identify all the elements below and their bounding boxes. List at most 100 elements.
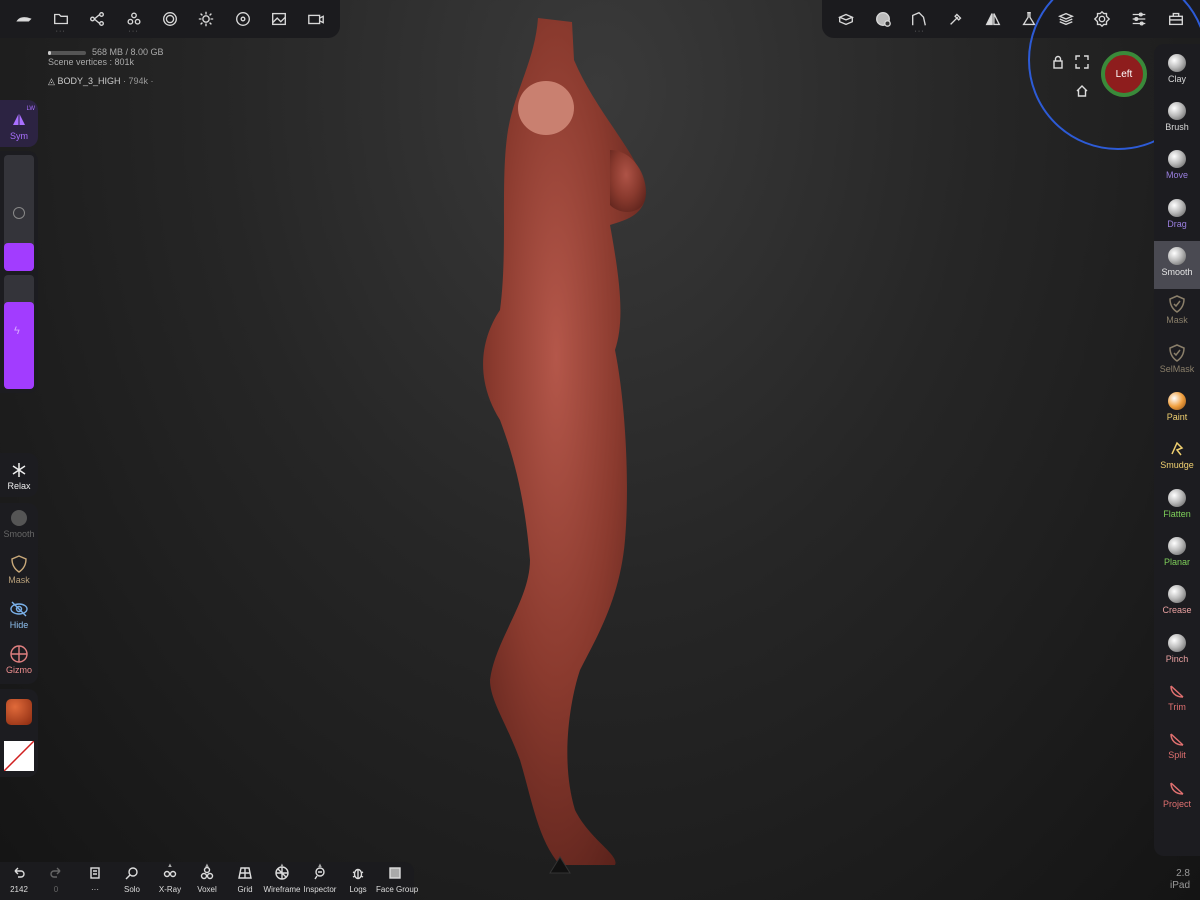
sym-label: Sym <box>10 131 28 141</box>
gizmo-icon <box>10 645 28 663</box>
redo-button[interactable]: 0 <box>37 866 75 894</box>
more-button[interactable]: ··· <box>76 866 114 894</box>
tool-drag[interactable]: Drag <box>1154 193 1200 241</box>
radius-slider[interactable] <box>4 155 34 271</box>
sphere-icon <box>1168 102 1186 120</box>
mask-quick-button[interactable]: Mask <box>0 555 38 585</box>
voxel-button[interactable]: ▲ Voxel <box>188 863 226 894</box>
undo-button[interactable]: 2142 <box>0 866 38 894</box>
tool-pinch[interactable]: Pinch <box>1154 628 1200 676</box>
folder-icon[interactable]: ··· <box>48 6 74 35</box>
version-info: 2.8 iPad <box>1170 868 1190 892</box>
magnifier-icon <box>125 866 139 880</box>
tool-trim[interactable]: Trim <box>1154 676 1200 724</box>
tool-column: Clay Brush Move Drag Smooth Mask SelMask Paint S… <box>1154 44 1200 856</box>
symmetry-toggle[interactable]: LW Sym <box>0 100 38 147</box>
trim-icon <box>1168 779 1186 797</box>
nomad-logo-icon[interactable] <box>11 6 37 32</box>
tool-label: Flatten <box>1163 509 1191 519</box>
image-icon[interactable] <box>266 6 292 32</box>
gizmo-quick-button[interactable]: Gizmo <box>0 645 38 675</box>
tool-label: Split <box>1168 750 1186 760</box>
topology-icon[interactable]: ··· <box>906 6 932 35</box>
intensity-slider[interactable]: ϟ <box>4 275 34 389</box>
facegroup-icon <box>388 866 402 880</box>
material-swatch[interactable] <box>6 699 32 725</box>
trim-icon <box>1168 682 1186 700</box>
wireframe-button[interactable]: ▲ Wireframe <box>263 863 301 894</box>
relax-button[interactable]: Relax <box>0 461 38 491</box>
mesh-info[interactable]: ◬ BODY_3_HIGH · 794k · <box>48 76 154 87</box>
fullscreen-icon[interactable] <box>1075 55 1089 69</box>
picker-icon[interactable] <box>943 6 969 32</box>
grid-button[interactable]: Grid <box>226 866 264 894</box>
relax-panel: Relax <box>0 453 38 497</box>
tool-clay[interactable]: Clay <box>1154 48 1200 96</box>
tool-crease[interactable]: Crease <box>1154 579 1200 627</box>
film-icon[interactable] <box>230 6 256 32</box>
tool-label: Smooth <box>1161 267 1193 277</box>
vertex-count: Scene vertices : 801k <box>48 57 135 67</box>
tool-split[interactable]: Split <box>1154 724 1200 772</box>
facegroup-label: Face Group <box>376 885 419 894</box>
sphere-icon <box>1168 199 1186 217</box>
nodes-icon[interactable] <box>84 6 110 32</box>
tool-smooth[interactable]: Smooth <box>1154 241 1200 289</box>
sphere-icon[interactable] <box>157 6 183 32</box>
xray-button[interactable]: ▲ X-Ray <box>151 863 189 894</box>
tool-label: Clay <box>1167 74 1186 84</box>
tool-paint[interactable]: Paint <box>1154 386 1200 434</box>
radius-icon <box>13 207 25 219</box>
smooth-quick-button[interactable]: Smooth <box>0 509 38 539</box>
home-icon[interactable] <box>1075 84 1089 98</box>
cube-stack-icon[interactable] <box>833 6 859 32</box>
inspector-button[interactable]: ▲ Inspector <box>301 863 339 894</box>
tool-planar[interactable]: Planar <box>1154 531 1200 579</box>
facegroup-button[interactable]: Face Group <box>376 866 419 894</box>
tool-smudge[interactable]: Smudge <box>1154 434 1200 482</box>
tool-flatten[interactable]: Flatten <box>1154 483 1200 531</box>
brush-stamp-icon[interactable] <box>870 6 896 32</box>
tool-move[interactable]: Move <box>1154 144 1200 192</box>
tool-label: Move <box>1165 170 1188 180</box>
symmetry-icon[interactable] <box>980 6 1006 32</box>
bug-icon <box>351 866 365 880</box>
tool-label: Smudge <box>1160 460 1194 470</box>
redo-count: 0 <box>53 885 59 894</box>
snowflake-icon <box>12 463 26 477</box>
viewport[interactable] <box>0 0 1200 900</box>
shield-icon <box>1168 295 1186 313</box>
shield-icon <box>11 555 27 573</box>
tool-mask[interactable]: Mask <box>1154 289 1200 337</box>
cluster-icon[interactable]: ··· <box>121 6 147 35</box>
tool-selmask[interactable]: SelMask <box>1154 338 1200 386</box>
undo-count: 2142 <box>10 885 28 894</box>
tool-label: Project <box>1162 799 1191 809</box>
inspector-label: Inspector <box>303 885 337 894</box>
hide-quick-label: Hide <box>9 620 29 630</box>
smudge-icon <box>1168 440 1186 458</box>
ground-marker <box>549 856 571 874</box>
camera-icon[interactable] <box>303 6 329 32</box>
redo-icon <box>49 866 63 880</box>
memory-bar <box>48 50 86 55</box>
mesh-icon: ◬ <box>48 76 55 86</box>
hide-quick-button[interactable]: Hide <box>0 600 38 630</box>
lock-icon[interactable] <box>1051 55 1065 69</box>
logs-button[interactable]: Logs <box>339 866 377 894</box>
tool-project[interactable]: Project <box>1154 773 1200 821</box>
document-icon <box>88 866 102 880</box>
relax-label: Relax <box>7 481 31 491</box>
symmetry-icon <box>13 113 25 125</box>
solo-button[interactable]: Solo <box>113 866 151 894</box>
intensity-fill <box>4 302 34 389</box>
sphere-icon <box>1168 634 1186 652</box>
grid-label: Grid <box>237 885 253 894</box>
sphere-icon <box>1168 489 1186 507</box>
body-model[interactable] <box>420 0 720 900</box>
smooth-quick-label: Smooth <box>3 529 35 539</box>
tool-brush[interactable]: Brush <box>1154 96 1200 144</box>
color-swatch[interactable] <box>4 741 34 771</box>
view-cube[interactable]: Left <box>1101 51 1147 97</box>
sun-icon[interactable] <box>193 6 219 32</box>
